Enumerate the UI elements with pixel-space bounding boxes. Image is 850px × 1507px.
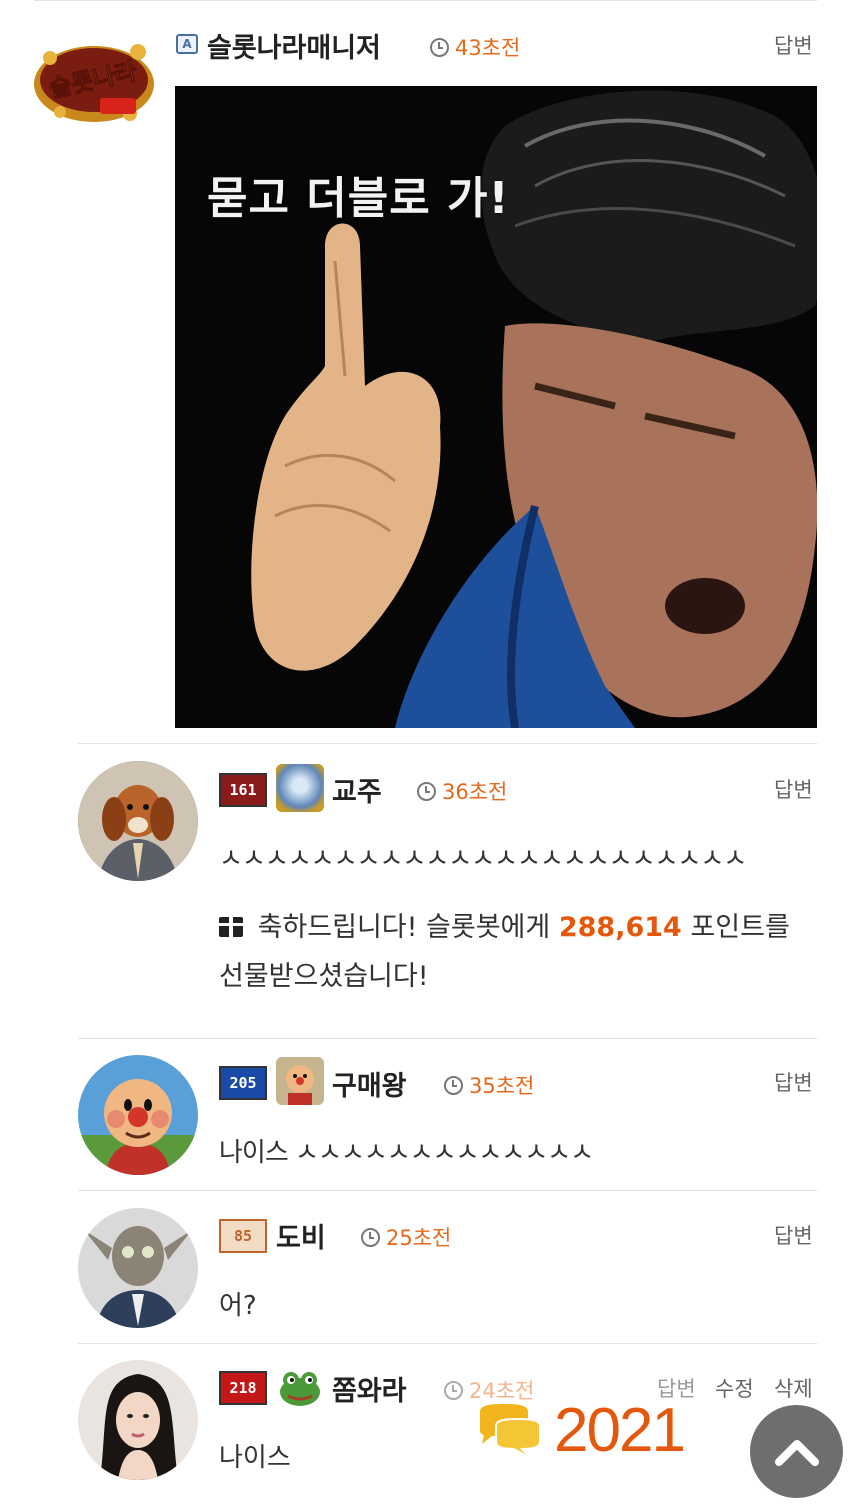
post-author-name[interactable]: 슬롯나라매니저 [207,26,381,65]
gift-points: 288,614 [558,912,682,943]
top-divider [34,0,817,1]
comment-author-name[interactable]: 교주 [332,770,382,809]
comment-author-name[interactable]: 구매왕 [332,1064,407,1103]
post-image[interactable]: 묻고 더블로 가! [175,86,817,728]
avatar[interactable] [78,1360,198,1480]
comment-time: 35초전 [444,1070,534,1100]
avatar[interactable] [78,1055,198,1175]
comment-count: 2021 [554,1396,686,1465]
comment-divider [78,1038,817,1039]
avatar[interactable] [78,761,198,881]
clock-icon [444,1075,463,1095]
site-logo: 슬롯나라 [30,28,158,128]
avatar[interactable] [78,1208,198,1328]
clock-icon [444,1380,463,1400]
reply-button[interactable]: 답변 [774,774,813,804]
delete-button[interactable]: 삭제 [774,1373,813,1403]
gift-icon [217,915,245,939]
character-icon [276,1057,324,1105]
comment-author-name[interactable]: 도비 [276,1216,326,1255]
post-reply-button[interactable]: 답변 [774,30,813,60]
chevron-up-icon [774,1439,819,1466]
comment-text: 나이스 [219,1443,291,1473]
moon-icon [276,764,324,812]
gift-notice: 축하드립니다! 슬롯봇에게 288,614 포인트를 선물받으셨습니다! [217,912,790,992]
comment-text: ㅅㅅㅅㅅㅅㅅㅅㅅㅅㅅㅅㅅㅅㅅㅅㅅㅅㅅㅅㅅㅅㅅㅅ [219,844,747,874]
reply-button[interactable]: 답변 [774,1067,813,1097]
comment-divider [78,743,817,744]
clock-icon [430,37,449,57]
clock-icon [417,781,436,801]
comment-author-name[interactable]: 쫌와라 [332,1369,407,1408]
comment-text: 나이스 ㅅㅅㅅㅅㅅㅅㅅㅅㅅㅅㅅㅅㅅ [219,1138,594,1168]
comment-divider [78,1343,817,1344]
level-badge: 85 [219,1219,267,1253]
scroll-top-button[interactable] [750,1405,843,1498]
admin-badge: A [176,34,198,54]
comment-count-badge[interactable]: 2021 [474,1395,686,1466]
level-badge: 205 [219,1066,267,1100]
post-time: 43초전 [430,32,520,62]
comment-time: 36초전 [417,776,507,806]
image-caption: 묻고 더블로 가! [207,173,510,224]
edit-button[interactable]: 수정 [715,1373,754,1403]
comment-divider [78,1190,817,1191]
clock-icon [361,1227,380,1247]
level-badge: 218 [219,1371,267,1405]
comment-time: 25초전 [361,1222,451,1252]
level-badge: 161 [219,773,267,807]
frog-icon [276,1362,324,1410]
comment-text: 어? [219,1291,257,1321]
reply-button[interactable]: 답변 [774,1220,813,1250]
chat-bubbles-icon [480,1403,541,1458]
